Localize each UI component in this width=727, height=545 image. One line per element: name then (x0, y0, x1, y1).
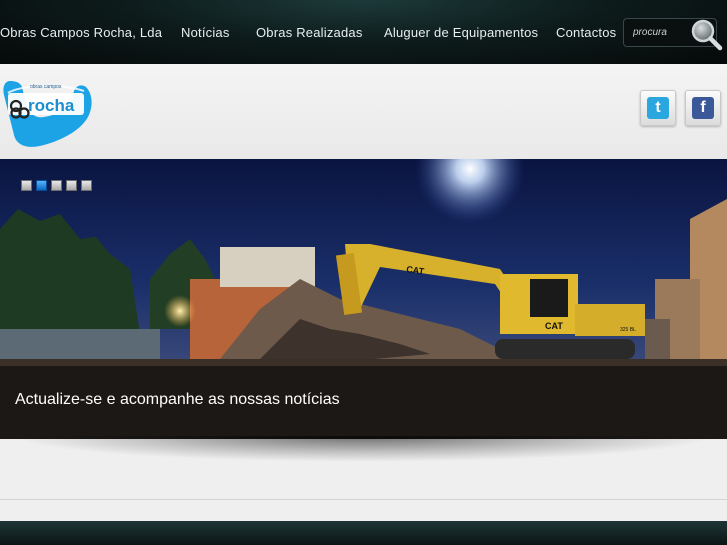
facebook-icon: f (692, 97, 714, 119)
twitter-button[interactable]: t (640, 90, 676, 126)
slider-dot-4[interactable] (66, 180, 77, 191)
content-divider (0, 499, 727, 500)
search-button[interactable] (689, 17, 723, 51)
slider-dot-1[interactable] (21, 180, 32, 191)
nav-item-equipment[interactable]: Aluguer de Equipamentos (384, 25, 538, 40)
nav-item-home[interactable]: Obras Campos Rocha, Lda (0, 25, 162, 40)
nav-item-contacts[interactable]: Contactos (556, 25, 616, 40)
nav-item-works[interactable]: Obras Realizadas (256, 25, 363, 40)
nav-item-news[interactable]: Notícias (181, 25, 230, 40)
company-logo[interactable]: obras campos rocha (0, 73, 95, 151)
header-band (0, 64, 727, 159)
slide-caption-bar: Actualize-se e acompanhe as nossas notíc… (0, 366, 727, 439)
slider-shadow (10, 436, 717, 462)
machine-model: 325 BL (620, 327, 636, 333)
logo-tagline: obras campos (30, 84, 62, 90)
slider-dot-2[interactable] (36, 180, 47, 191)
slider-dot-5[interactable] (81, 180, 92, 191)
slider-dot-3[interactable] (51, 180, 62, 191)
facebook-button[interactable]: f (685, 90, 721, 126)
search-input[interactable] (624, 19, 695, 46)
search-icon (691, 19, 723, 51)
twitter-icon: t (647, 97, 669, 119)
top-navigation: Obras Campos Rocha, Lda Notícias Obras R… (0, 0, 727, 64)
slide-caption[interactable]: Actualize-se e acompanhe as nossas notíc… (15, 391, 340, 409)
machine-brand: CAT (545, 321, 563, 331)
logo-icon: obras campos rocha (3, 81, 92, 147)
footer-band (0, 521, 727, 545)
news-slider[interactable]: CAT 325 BL CAT Actualize-se e acompanhe … (0, 159, 727, 439)
logo-text: rocha (28, 96, 75, 115)
